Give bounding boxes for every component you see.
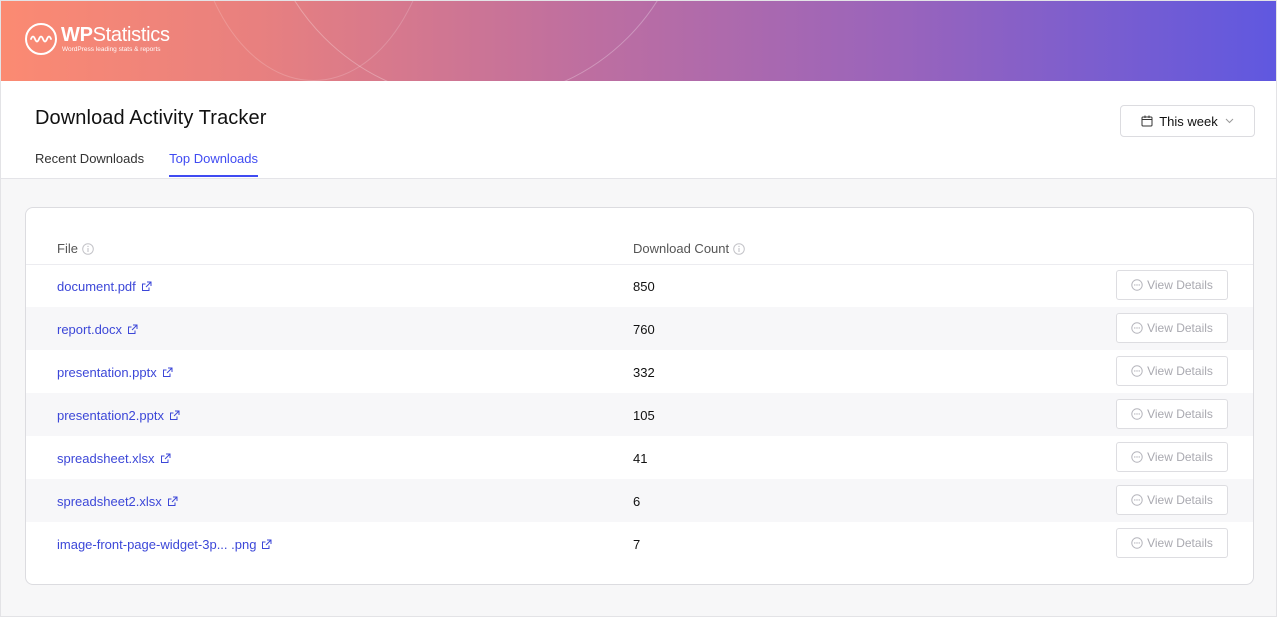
table-row: spreadsheet2.xlsx 6 View Details (26, 479, 1253, 522)
download-count: 41 (633, 451, 648, 466)
download-count: 7 (633, 537, 641, 552)
file-link[interactable]: spreadsheet2.xlsx (57, 494, 178, 509)
more-icon (1131, 537, 1143, 549)
external-link-icon (169, 410, 180, 421)
view-details-button[interactable]: View Details (1116, 399, 1228, 429)
column-header-file: File (57, 241, 94, 256)
file-link[interactable]: presentation2.pptx (57, 408, 180, 423)
file-link[interactable]: document.pdf (57, 279, 152, 294)
external-link-icon (141, 281, 152, 292)
view-details-button[interactable]: View Details (1116, 313, 1228, 343)
brand-banner: WPStatistics WordPress leading stats & r… (1, 1, 1276, 81)
download-count: 105 (633, 408, 655, 423)
file-link[interactable]: report.docx (57, 322, 138, 337)
tab-top-downloads[interactable]: Top Downloads (169, 151, 259, 177)
view-details-label: View Details (1147, 321, 1213, 335)
file-name: spreadsheet.xlsx (57, 451, 155, 466)
logo-name: WPStatistics (61, 25, 170, 45)
download-count: 850 (633, 279, 655, 294)
file-name: spreadsheet2.xlsx (57, 494, 162, 509)
table-row: document.pdf 850 View Details (26, 264, 1253, 307)
more-icon (1131, 322, 1143, 334)
more-icon (1131, 365, 1143, 377)
column-header-file-label: File (57, 241, 78, 256)
file-link[interactable]: spreadsheet.xlsx (57, 451, 171, 466)
info-icon[interactable] (82, 242, 94, 255)
download-count: 760 (633, 322, 655, 337)
column-header-download-count: Download Count (633, 241, 745, 256)
date-range-label: This week (1159, 113, 1218, 129)
column-header-count-label: Download Count (633, 241, 730, 256)
view-details-label: View Details (1147, 493, 1213, 507)
logo-name-rest: Statistics (92, 23, 170, 46)
file-link[interactable]: image-front-page-widget-3p... .png (57, 537, 272, 552)
view-details-label: View Details (1147, 536, 1213, 550)
table-row: presentation2.pptx 105 View Details (26, 393, 1253, 436)
tab-recent-downloads[interactable]: Recent Downloads (35, 151, 144, 177)
app-frame: WPStatistics WordPress leading stats & r… (0, 0, 1277, 617)
view-details-button[interactable]: View Details (1116, 528, 1228, 558)
calendar-icon (1141, 115, 1153, 127)
download-count: 332 (633, 365, 655, 380)
view-details-button[interactable]: View Details (1116, 485, 1228, 515)
download-count: 6 (633, 494, 641, 509)
view-details-button[interactable]: View Details (1116, 270, 1228, 300)
table-row: report.docx 760 View Details (26, 307, 1253, 350)
external-link-icon (160, 453, 171, 464)
view-details-button[interactable]: View Details (1116, 356, 1228, 386)
file-name: report.docx (57, 322, 123, 337)
chevron-down-icon (1225, 118, 1234, 124)
file-name: document.pdf (57, 279, 136, 294)
downloads-table-card: File Download Count document.pdf 850 View … (25, 207, 1254, 585)
logo-text: WPStatistics WordPress leading stats & r… (61, 25, 170, 54)
view-details-label: View Details (1147, 407, 1213, 421)
file-name: presentation2.pptx (57, 408, 164, 423)
external-link-icon (167, 496, 178, 507)
brand-logo[interactable]: WPStatistics WordPress leading stats & r… (25, 23, 170, 55)
table-row: image-front-page-widget-3p... .png 7 View … (26, 522, 1253, 565)
external-link-icon (162, 367, 173, 378)
info-icon[interactable] (733, 242, 745, 255)
page-header: Download Activity Tracker Recent Downloa… (1, 81, 1276, 179)
more-icon (1131, 451, 1143, 463)
table-row: presentation.pptx 332 View Details (26, 350, 1253, 393)
table-header: File Download Count (26, 208, 1253, 265)
view-details-label: View Details (1147, 278, 1213, 292)
view-details-label: View Details (1147, 450, 1213, 464)
logo-tagline: WordPress leading stats & reports (62, 45, 161, 53)
page-title: Download Activity Tracker (35, 107, 267, 129)
external-link-icon (127, 324, 138, 335)
file-name: presentation.pptx (57, 365, 157, 380)
more-icon (1131, 494, 1143, 506)
logo-wave-icon (25, 23, 57, 55)
file-name: image-front-page-widget-3p... .png (57, 537, 257, 552)
tab-bar: Recent Downloads Top Downloads (35, 151, 283, 177)
view-details-label: View Details (1147, 364, 1213, 378)
table-row: spreadsheet.xlsx 41 View Details (26, 436, 1253, 479)
view-details-button[interactable]: View Details (1116, 442, 1228, 472)
more-icon (1131, 279, 1143, 291)
date-range-dropdown[interactable]: This week (1120, 105, 1255, 137)
logo-name-bold: WP (61, 23, 93, 46)
more-icon (1131, 408, 1143, 420)
file-link[interactable]: presentation.pptx (57, 365, 173, 380)
external-link-icon (261, 539, 272, 550)
